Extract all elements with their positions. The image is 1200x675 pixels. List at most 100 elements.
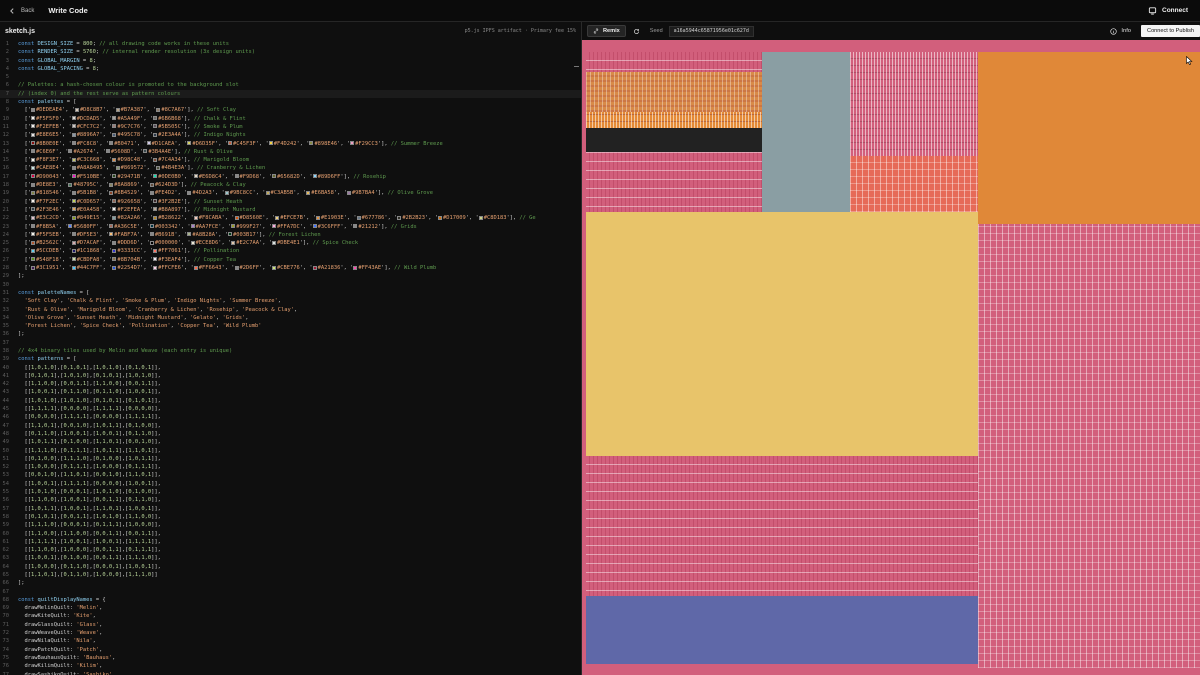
code-line[interactable]: 51 [[0,1,0,0],[1,1,1,0],[0,1,0,0],[1,0,1… <box>0 455 581 463</box>
color-swatch[interactable] <box>30 207 35 212</box>
code-line[interactable]: 14 [' #C6E6F', ' #A2674', ' #5608D', ' #3B4A… <box>0 148 581 156</box>
color-swatch[interactable] <box>265 190 270 195</box>
color-swatch[interactable] <box>71 157 76 162</box>
code-line[interactable]: 72 drawWeaveQuilt: 'Weave', <box>0 629 581 637</box>
color-swatch[interactable] <box>312 265 317 270</box>
code-line[interactable]: 4 const GLOBAL_SPACING = 8; <box>0 65 581 73</box>
code-line[interactable]: 77 drawSashikoQuilt: 'Sashiko', <box>0 671 581 675</box>
color-swatch[interactable] <box>193 174 198 179</box>
color-swatch[interactable] <box>30 265 35 270</box>
color-swatch[interactable] <box>346 190 351 195</box>
remix-button[interactable]: Remix <box>587 25 626 37</box>
code-line[interactable]: 62 [[1,1,0,0],[1,0,0,0],[0,0,1,1],[0,1,1… <box>0 546 581 554</box>
color-swatch[interactable] <box>187 141 192 146</box>
color-swatch[interactable] <box>109 182 114 187</box>
code-line[interactable]: 32 'Soft Clay', 'Chalk & Flint', 'Smoke … <box>0 297 581 305</box>
color-swatch[interactable] <box>438 215 443 220</box>
color-swatch[interactable] <box>315 215 320 220</box>
color-swatch[interactable] <box>234 215 239 220</box>
color-swatch[interactable] <box>30 116 35 121</box>
code-line[interactable]: 63 [[1,0,0,1],[0,1,0,0],[0,0,1,1],[1,1,1… <box>0 554 581 562</box>
color-swatch[interactable] <box>112 207 117 212</box>
color-swatch[interactable] <box>30 232 35 237</box>
color-swatch[interactable] <box>228 141 233 146</box>
refresh-button[interactable] <box>632 26 642 36</box>
code-line[interactable]: 38 // 4x4 binary tiles used by Melin and … <box>0 347 581 355</box>
color-swatch[interactable] <box>193 215 198 220</box>
code-line[interactable]: 10 [' #F5F5F0', ' #DCDAD5', ' #A5A49F', ' #6… <box>0 115 581 123</box>
code-line[interactable]: 58 [[0,1,0,1],[0,0,1,1],[1,0,1,0],[1,1,0… <box>0 513 581 521</box>
color-swatch[interactable] <box>153 215 158 220</box>
color-swatch[interactable] <box>149 190 154 195</box>
color-swatch[interactable] <box>112 240 117 245</box>
color-swatch[interactable] <box>268 141 273 146</box>
color-swatch[interactable] <box>71 265 76 270</box>
color-swatch[interactable] <box>71 174 76 179</box>
code-line[interactable]: 22 [' #E3C2CD', ' #849E15', ' #82A2A6', ' #B… <box>0 214 581 222</box>
color-swatch[interactable] <box>71 132 76 137</box>
code-line[interactable]: 27 [' #548F18', ' #CBDFA8', ' #8B704B', ' #F… <box>0 256 581 264</box>
code-line[interactable]: 76 drawKilimQuilt: 'Kilim', <box>0 662 581 670</box>
color-swatch[interactable] <box>112 132 117 137</box>
code-line[interactable]: 1 const DESIGN_SIZE = 800; // all drawing… <box>0 40 581 48</box>
color-swatch[interactable] <box>112 248 117 253</box>
code-line[interactable]: 41 [[0,1,0,1],[1,0,1,0],[0,1,0,1],[1,0,1… <box>0 372 581 380</box>
code-line[interactable]: 28 [' #3C1951', ' #44C7FF', ' #2254D7', ' #F… <box>0 264 581 272</box>
color-swatch[interactable] <box>71 190 76 195</box>
color-swatch[interactable] <box>71 215 76 220</box>
code-line[interactable]: 25 [' #B2562C', ' #D7ACAF', ' #DDD6D', ' #00… <box>0 239 581 247</box>
color-swatch[interactable] <box>30 174 35 179</box>
color-swatch[interactable] <box>30 182 35 187</box>
color-swatch[interactable] <box>353 265 358 270</box>
code-line[interactable]: 57 [[1,0,1,1],[1,0,0,1],[1,1,0,1],[1,0,0… <box>0 505 581 513</box>
code-line[interactable]: 37 <box>0 339 581 347</box>
color-swatch[interactable] <box>115 165 120 170</box>
color-swatch[interactable] <box>30 240 35 245</box>
color-swatch[interactable] <box>71 240 76 245</box>
code-line[interactable]: 29]; <box>0 272 581 280</box>
color-swatch[interactable] <box>109 190 114 195</box>
color-swatch[interactable] <box>271 240 276 245</box>
code-line[interactable]: 65 [[1,1,0,1],[0,1,1,0],[1,0,0,0],[1,1,1… <box>0 571 581 579</box>
color-swatch[interactable] <box>71 124 76 129</box>
color-swatch[interactable] <box>478 215 483 220</box>
color-swatch[interactable] <box>271 174 276 179</box>
color-swatch[interactable] <box>71 257 76 262</box>
color-swatch[interactable] <box>309 141 314 146</box>
code-line[interactable]: 68 const quiltDisplayNames = { <box>0 596 581 604</box>
color-swatch[interactable] <box>271 265 276 270</box>
color-swatch[interactable] <box>112 116 117 121</box>
code-line[interactable]: 7 // (index 0) and the rest serve as patt… <box>0 89 581 99</box>
color-swatch[interactable] <box>156 107 161 112</box>
code-line[interactable]: 31 const paletteNames = [ <box>0 289 581 297</box>
color-swatch[interactable] <box>30 165 35 170</box>
color-swatch[interactable] <box>109 224 114 229</box>
color-swatch[interactable] <box>149 182 154 187</box>
seed-input[interactable]: a16a5944c65871956e01c627d <box>668 25 754 37</box>
code-line[interactable]: 70 drawKiteQuilt: 'Kite', <box>0 612 581 620</box>
color-swatch[interactable] <box>312 174 317 179</box>
color-swatch[interactable] <box>71 248 76 253</box>
color-swatch[interactable] <box>271 224 276 229</box>
code-line[interactable]: 24 [' #F5F5EB', ' #DF5E3', ' #FABF7A', ' #B6… <box>0 231 581 239</box>
code-line[interactable]: 73 drawNilaQuilt: 'Nila', <box>0 637 581 645</box>
color-swatch[interactable] <box>30 124 35 129</box>
color-swatch[interactable] <box>231 224 236 229</box>
code-line[interactable]: 33 'Rust & Olive', 'Marigold Bloom', 'Cr… <box>0 306 581 314</box>
code-line[interactable]: 48 [[0,1,1,0],[1,0,0,1],[1,0,0,1],[0,1,1… <box>0 430 581 438</box>
color-swatch[interactable] <box>275 215 280 220</box>
color-swatch[interactable] <box>153 207 158 212</box>
color-swatch[interactable] <box>153 248 158 253</box>
color-swatch[interactable] <box>112 157 117 162</box>
color-swatch[interactable] <box>71 199 76 204</box>
color-swatch[interactable] <box>68 224 73 229</box>
file-tab[interactable]: sketch.js <box>5 28 35 35</box>
color-swatch[interactable] <box>153 116 158 121</box>
color-swatch[interactable] <box>30 107 35 112</box>
code-line[interactable]: 52 [[1,0,0,0],[0,1,1,1],[1,0,0,0],[0,1,1… <box>0 463 581 471</box>
color-swatch[interactable] <box>112 174 117 179</box>
color-swatch[interactable] <box>153 265 158 270</box>
code-line[interactable]: 23 [' #F8B5A', ' #5680FF', ' #A36C5E', ' #00… <box>0 223 581 231</box>
code-line[interactable]: 21 [' #2F3E46', ' #E0A458', ' #F2EFEA', ' #B… <box>0 206 581 214</box>
code-line[interactable]: 6 // Palettes: a hash-chosen colour is pr… <box>0 81 581 89</box>
